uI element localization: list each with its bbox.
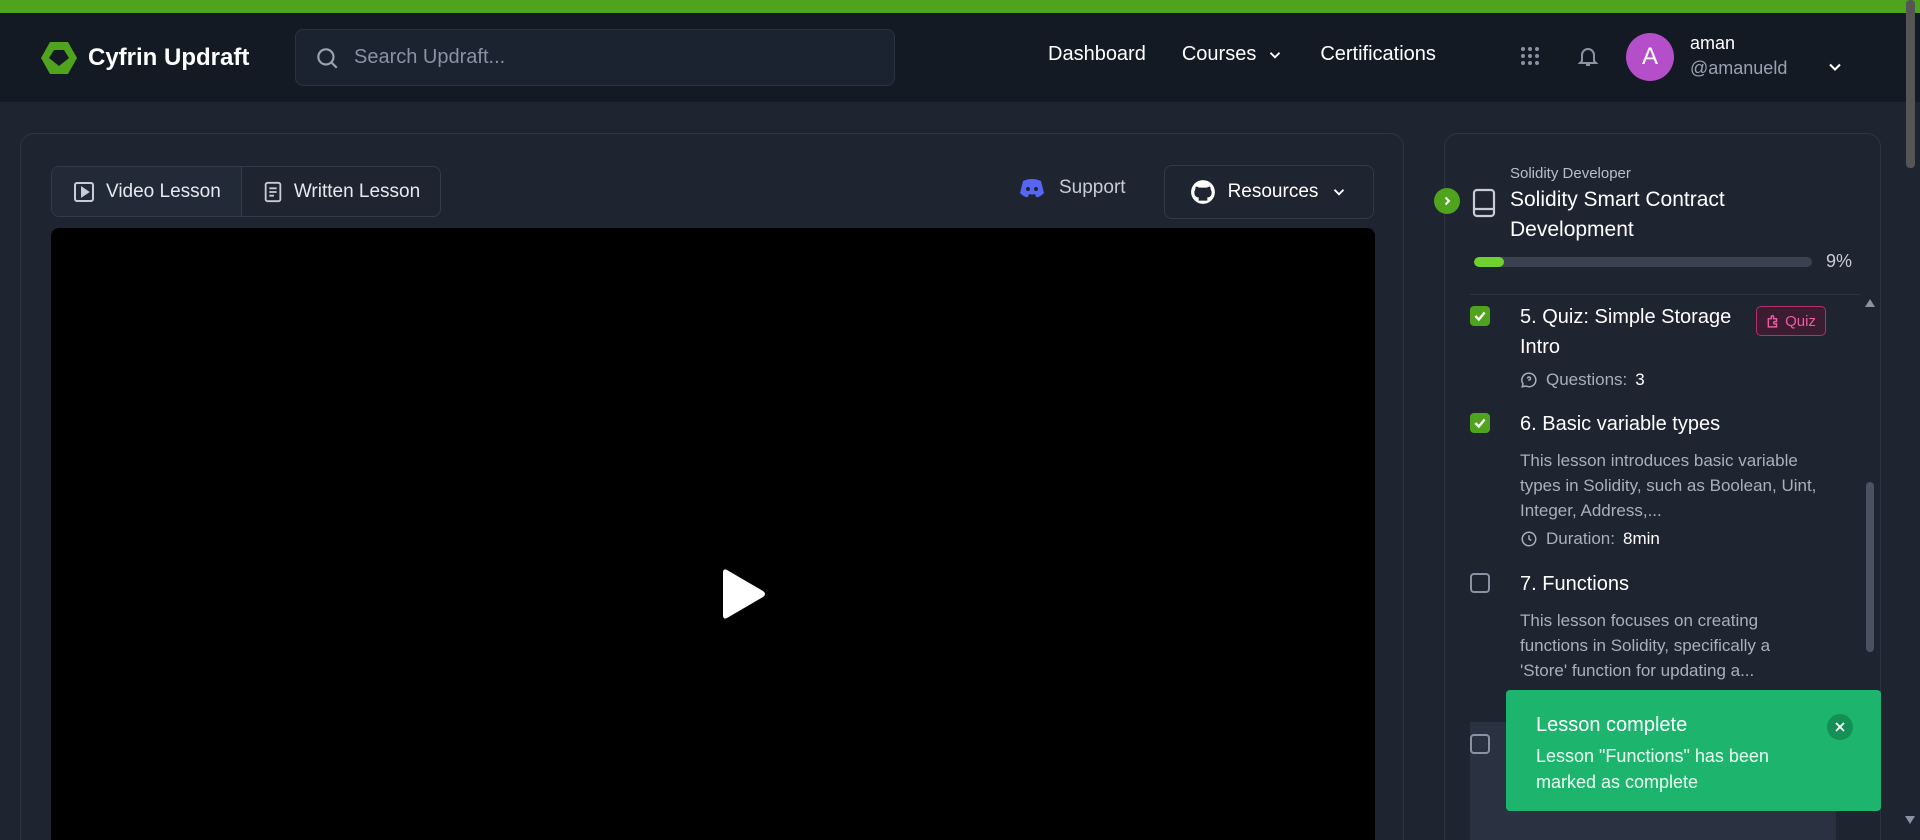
search-input[interactable] — [354, 46, 874, 69]
lesson-checkbox-checked[interactable] — [1470, 306, 1490, 326]
course-path: Solidity Developer — [1510, 165, 1631, 182]
brand-logo[interactable]: Cyfrin Updraft — [40, 40, 249, 76]
lesson-title: 6. Basic variable types — [1520, 413, 1721, 435]
resources-button[interactable]: Resources — [1164, 165, 1374, 219]
nav-certifications[interactable]: Certifications — [1320, 43, 1436, 66]
clock-icon — [1521, 531, 1537, 547]
nav-dashboard[interactable]: Dashboard — [1048, 43, 1146, 66]
search-box[interactable] — [295, 29, 895, 86]
document-icon — [264, 181, 282, 202]
checkmark-icon — [1474, 418, 1486, 429]
github-icon — [1190, 180, 1215, 204]
search-icon — [317, 47, 338, 69]
lesson-meta-value: 8min — [1622, 529, 1660, 548]
chevron-down-icon — [1334, 189, 1345, 196]
lesson-checkbox[interactable] — [1470, 573, 1490, 593]
lesson-title: 7. Functions — [1520, 573, 1629, 595]
toast-title: Lesson complete — [1536, 714, 1688, 736]
discord-icon — [1020, 179, 1044, 198]
tab-written-lesson[interactable]: Written Lesson — [240, 167, 440, 216]
resources-label: Resources — [1227, 181, 1319, 202]
navbar: Cyfrin Updraft Dashboard Courses Certifi… — [0, 13, 1920, 102]
divider — [1470, 294, 1860, 295]
toast-message: Lesson "Functions" has been marked as co… — [1536, 746, 1769, 792]
brand-name: Cyfrin Updraft — [88, 44, 250, 71]
lesson-checkbox-checked[interactable] — [1470, 413, 1490, 433]
chevron-down-icon — [1270, 51, 1281, 59]
toast-close-button[interactable] — [1827, 714, 1853, 740]
video-play-icon — [74, 181, 94, 202]
nav-courses[interactable]: Courses — [1182, 43, 1284, 66]
lesson-meta: Duration: 8min — [1520, 529, 1660, 549]
lesson-panel: Video Lesson Written Lesson Support Reso… — [20, 133, 1404, 840]
sidebar-toggle[interactable] — [1434, 188, 1460, 214]
lesson-list-scroll-thumb[interactable] — [1866, 482, 1874, 652]
video-player[interactable] — [51, 228, 1375, 840]
user-name: aman — [1690, 33, 1736, 53]
course-progress-fill — [1474, 257, 1505, 267]
tab-written-label: Written Lesson — [293, 180, 421, 202]
scroll-up-icon[interactable] — [1864, 298, 1876, 308]
course-progress-label: 9% — [1826, 251, 1853, 271]
bell-icon[interactable] — [1576, 43, 1600, 69]
nav-courses-label: Courses — [1181, 43, 1257, 65]
play-icon[interactable] — [721, 566, 767, 622]
course-title: Solidity Smart Contract Development — [1510, 188, 1725, 241]
lesson-description: This lesson introduces basic variable ty… — [1520, 451, 1817, 520]
chevron-right-icon — [1444, 196, 1451, 206]
tab-video-label: Video Lesson — [106, 180, 221, 202]
toast-notification: Lesson complete Lesson "Functions" has b… — [1506, 690, 1881, 811]
support-label: Support — [1059, 177, 1126, 198]
nav-icons — [1518, 43, 1600, 69]
lesson-title: 5. Quiz: Simple Storage Intro — [1520, 306, 1732, 358]
lesson-meta-label: Duration: — [1546, 529, 1615, 548]
tab-video-lesson[interactable]: Video Lesson — [52, 167, 241, 216]
main-nav: Dashboard Courses Certifications — [1048, 43, 1436, 66]
lesson-checkbox[interactable] — [1470, 734, 1490, 754]
scroll-down-icon[interactable] — [1904, 815, 1916, 825]
puzzle-icon — [1767, 315, 1778, 328]
lesson-tabs: Video Lesson Written Lesson — [51, 166, 442, 217]
user-handle: @amanueld — [1690, 58, 1788, 78]
lesson-meta: Questions: 3 — [1520, 370, 1645, 390]
user-menu-chevron-icon[interactable] — [1825, 57, 1845, 77]
quiz-badge-label: Quiz — [1785, 312, 1816, 330]
avatar[interactable]: A — [1626, 33, 1674, 81]
chat-question-icon — [1521, 372, 1537, 388]
book-icon — [1472, 188, 1496, 218]
checkmark-icon — [1474, 311, 1486, 322]
course-progress-bar — [1474, 257, 1812, 267]
cyfrin-logo-icon — [41, 42, 77, 74]
close-icon — [1835, 722, 1845, 732]
lesson-description: This lesson focuses on creating function… — [1520, 611, 1771, 680]
apps-grid-icon[interactable] — [1518, 44, 1542, 68]
lesson-meta-label: Questions: — [1546, 370, 1628, 389]
quiz-badge: Quiz — [1756, 306, 1826, 336]
support-link[interactable]: Support — [1019, 177, 1126, 199]
page-scroll-thumb[interactable] — [1906, 0, 1915, 168]
top-accent-bar — [0, 0, 1920, 13]
lesson-meta-value: 3 — [1635, 370, 1645, 389]
user-info[interactable]: aman @amanueld — [1690, 33, 1787, 79]
